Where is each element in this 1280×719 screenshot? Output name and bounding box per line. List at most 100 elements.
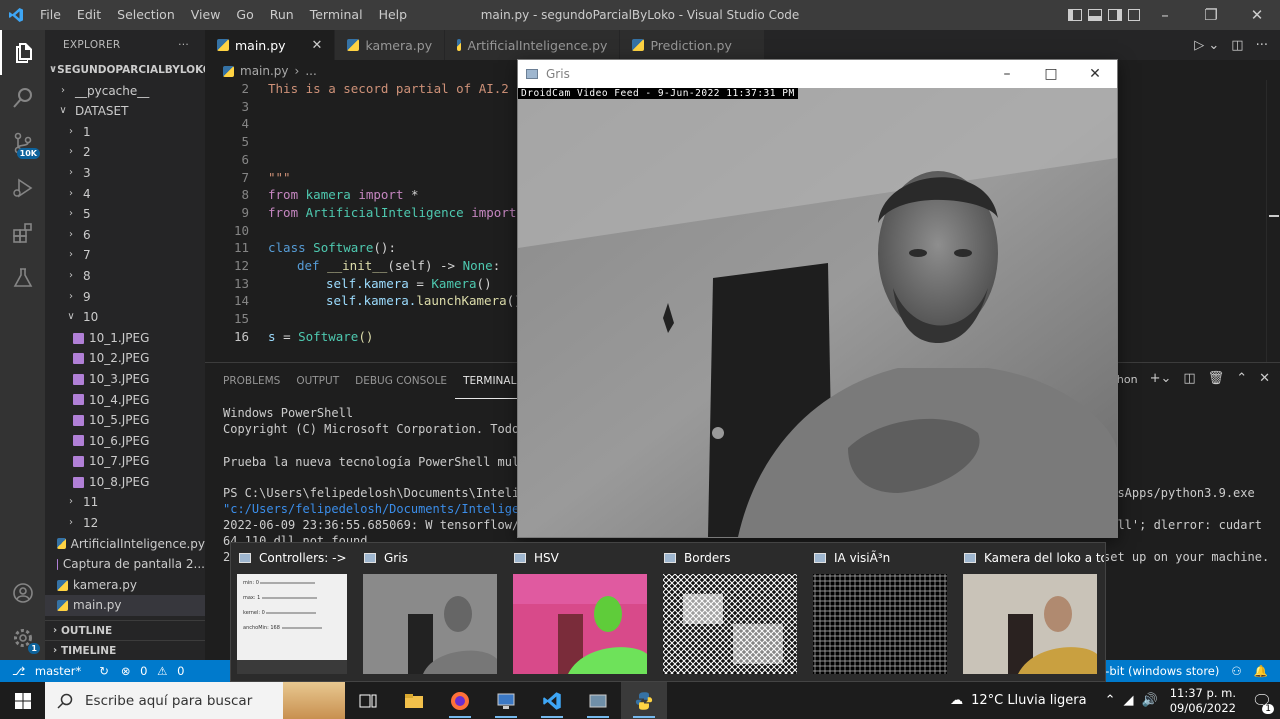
tab-terminal[interactable]: TERMINAL <box>455 363 525 399</box>
breadcrumb-symbol[interactable]: ... <box>305 60 316 82</box>
file-item[interactable]: 10_6.JPEG <box>45 431 205 452</box>
file-item[interactable]: ArtificialInteligence.py <box>45 534 205 555</box>
start-button[interactable] <box>0 682 45 719</box>
file-item[interactable]: Captura de pantalla 2... <box>45 554 205 575</box>
taskbar-search-box[interactable]: Escribe aquí para buscar <box>45 682 345 719</box>
gris-titlebar[interactable]: Gris – □ ✕ <box>518 60 1117 88</box>
droidcam-icon[interactable] <box>575 682 621 719</box>
search-icon[interactable] <box>0 75 45 120</box>
tray-overflow-icon[interactable]: ⌃ <box>1105 693 1116 708</box>
problems-indicator[interactable]: ⊗ 0 ⚠ 0 <box>115 664 197 678</box>
menu-selection[interactable]: Selection <box>109 0 183 30</box>
split-terminal-icon[interactable]: ◫ <box>1183 371 1195 389</box>
run-python-icon[interactable]: ▷ ⌄ <box>1194 38 1219 53</box>
folder-item[interactable]: › 8 <box>45 266 205 287</box>
run-debug-icon[interactable] <box>0 165 45 210</box>
toggle-secondary-sidebar-icon[interactable] <box>1108 9 1122 21</box>
notifications-bell-icon[interactable]: 🔔 <box>1248 664 1280 678</box>
notifications-icon[interactable]: 🗨 1 <box>1244 691 1280 714</box>
folder-item[interactable]: › 6 <box>45 225 205 246</box>
file-item[interactable]: 10_8.JPEG <box>45 472 205 493</box>
folder-item[interactable]: ∨ 10 <box>45 307 205 328</box>
file-explorer-icon[interactable] <box>391 682 437 719</box>
tab-problems[interactable]: PROBLEMS <box>215 363 288 399</box>
outline-section[interactable]: › OUTLINE <box>45 620 205 641</box>
python-taskbar-icon[interactable] <box>621 682 667 719</box>
firefox-icon[interactable] <box>437 682 483 719</box>
restore-icon[interactable]: ❐ <box>1188 0 1234 30</box>
folder-item[interactable]: › 3 <box>45 163 205 184</box>
vscode-taskbar-icon[interactable] <box>529 682 575 719</box>
clock[interactable]: 11:37 p. m. 09/06/2022 <box>1170 686 1236 716</box>
tab-main-py[interactable]: main.py ✕ <box>205 30 336 60</box>
more-actions-icon[interactable]: ··· <box>178 30 189 60</box>
menu-edit[interactable]: Edit <box>69 0 109 30</box>
thumb-hsv[interactable]: HSV <box>506 543 654 683</box>
weather-icon[interactable]: ☁ <box>950 693 963 708</box>
folder-item[interactable]: › 11 <box>45 492 205 513</box>
maximize-panel-icon[interactable]: ⌃ <box>1236 371 1247 389</box>
tab-artificialinteligence-py[interactable]: ArtificialInteligence.py <box>445 30 621 60</box>
file-item[interactable]: 10_4.JPEG <box>45 390 205 411</box>
file-item[interactable]: 10_2.JPEG <box>45 348 205 369</box>
tab-debug-console[interactable]: DEBUG CONSOLE <box>347 363 455 399</box>
remote-desktop-icon[interactable] <box>483 682 529 719</box>
folder-item[interactable]: › 5 <box>45 204 205 225</box>
gris-window[interactable]: Gris – □ ✕ DroidCam Video Feed - 9-Jun-2… <box>517 59 1118 538</box>
folder-item[interactable]: › 12 <box>45 513 205 534</box>
more-icon[interactable]: ··· <box>1256 38 1268 53</box>
python-interpreter[interactable]: 4-bit (windows store) <box>1092 664 1225 678</box>
menu-run[interactable]: Run <box>262 0 302 30</box>
timeline-section[interactable]: › TIMELINE <box>45 640 205 661</box>
sync-icon[interactable]: ↻ <box>93 664 115 678</box>
close-icon[interactable]: ✕ <box>1073 66 1117 82</box>
folder-item[interactable]: › 4 <box>45 184 205 205</box>
customize-layout-icon[interactable] <box>1128 9 1140 21</box>
trash-icon[interactable]: 🗑 <box>1208 371 1225 389</box>
minimize-icon[interactable]: – <box>985 66 1029 82</box>
file-item[interactable]: 10_3.JPEG <box>45 369 205 390</box>
new-terminal-icon[interactable]: +⌄ <box>1150 371 1172 389</box>
thumb-ia-vision[interactable]: IA visiÃ³n <box>806 543 954 683</box>
file-item[interactable]: kamera.py <box>45 575 205 596</box>
thumb-gris[interactable]: Gris <box>356 543 504 683</box>
close-tab-icon[interactable]: ✕ <box>312 38 323 53</box>
testing-icon[interactable] <box>0 255 45 300</box>
menu-file[interactable]: File <box>32 0 69 30</box>
split-editor-icon[interactable]: ◫ <box>1231 38 1243 53</box>
network-icon[interactable]: ◢ <box>1124 693 1134 708</box>
folder-item[interactable]: › __pycache__ <box>45 81 205 102</box>
branch-indicator[interactable]: ⎇ master* <box>0 664 93 678</box>
toggle-panel-icon[interactable] <box>1088 9 1102 21</box>
file-item[interactable]: 10_7.JPEG <box>45 451 205 472</box>
weather-text[interactable]: 12°C Lluvia ligera <box>971 693 1087 708</box>
toggle-sidebar-icon[interactable] <box>1068 9 1082 21</box>
folder-item[interactable]: ∨ DATASET <box>45 101 205 122</box>
tab-output[interactable]: OUTPUT <box>288 363 347 399</box>
folder-item[interactable]: › 2 <box>45 142 205 163</box>
menu-help[interactable]: Help <box>371 0 416 30</box>
feedback-icon[interactable]: ⚇ <box>1225 664 1247 678</box>
explorer-icon[interactable] <box>0 30 45 75</box>
file-item[interactable]: 10_5.JPEG <box>45 410 205 431</box>
extensions-icon[interactable] <box>0 210 45 255</box>
folder-item[interactable]: › 7 <box>45 245 205 266</box>
thumb-kamera[interactable]: Kamera del loko a to... <box>956 543 1104 683</box>
task-view-icon[interactable] <box>345 682 391 719</box>
menu-go[interactable]: Go <box>228 0 261 30</box>
close-panel-icon[interactable]: ✕ <box>1259 371 1270 389</box>
workspace-root[interactable]: ∨ SEGUNDOPARCIALBYLOKO <box>45 60 205 81</box>
volume-icon[interactable]: 🔊 <box>1142 693 1158 708</box>
file-item[interactable]: 10_1.JPEG <box>45 328 205 349</box>
source-control-icon[interactable]: 10K <box>0 120 45 165</box>
menu-view[interactable]: View <box>183 0 229 30</box>
thumb-borders[interactable]: Borders <box>656 543 804 683</box>
folder-item[interactable]: › 1 <box>45 122 205 143</box>
manage-gear-icon[interactable]: 1 <box>0 615 45 660</box>
tab-prediction-py[interactable]: Prediction.py <box>620 30 766 60</box>
maximize-icon[interactable]: □ <box>1029 66 1073 82</box>
menu-terminal[interactable]: Terminal <box>302 0 371 30</box>
accounts-icon[interactable] <box>0 570 45 615</box>
breadcrumb-file[interactable]: main.py <box>240 60 289 82</box>
file-item[interactable]: main.py <box>45 595 205 617</box>
